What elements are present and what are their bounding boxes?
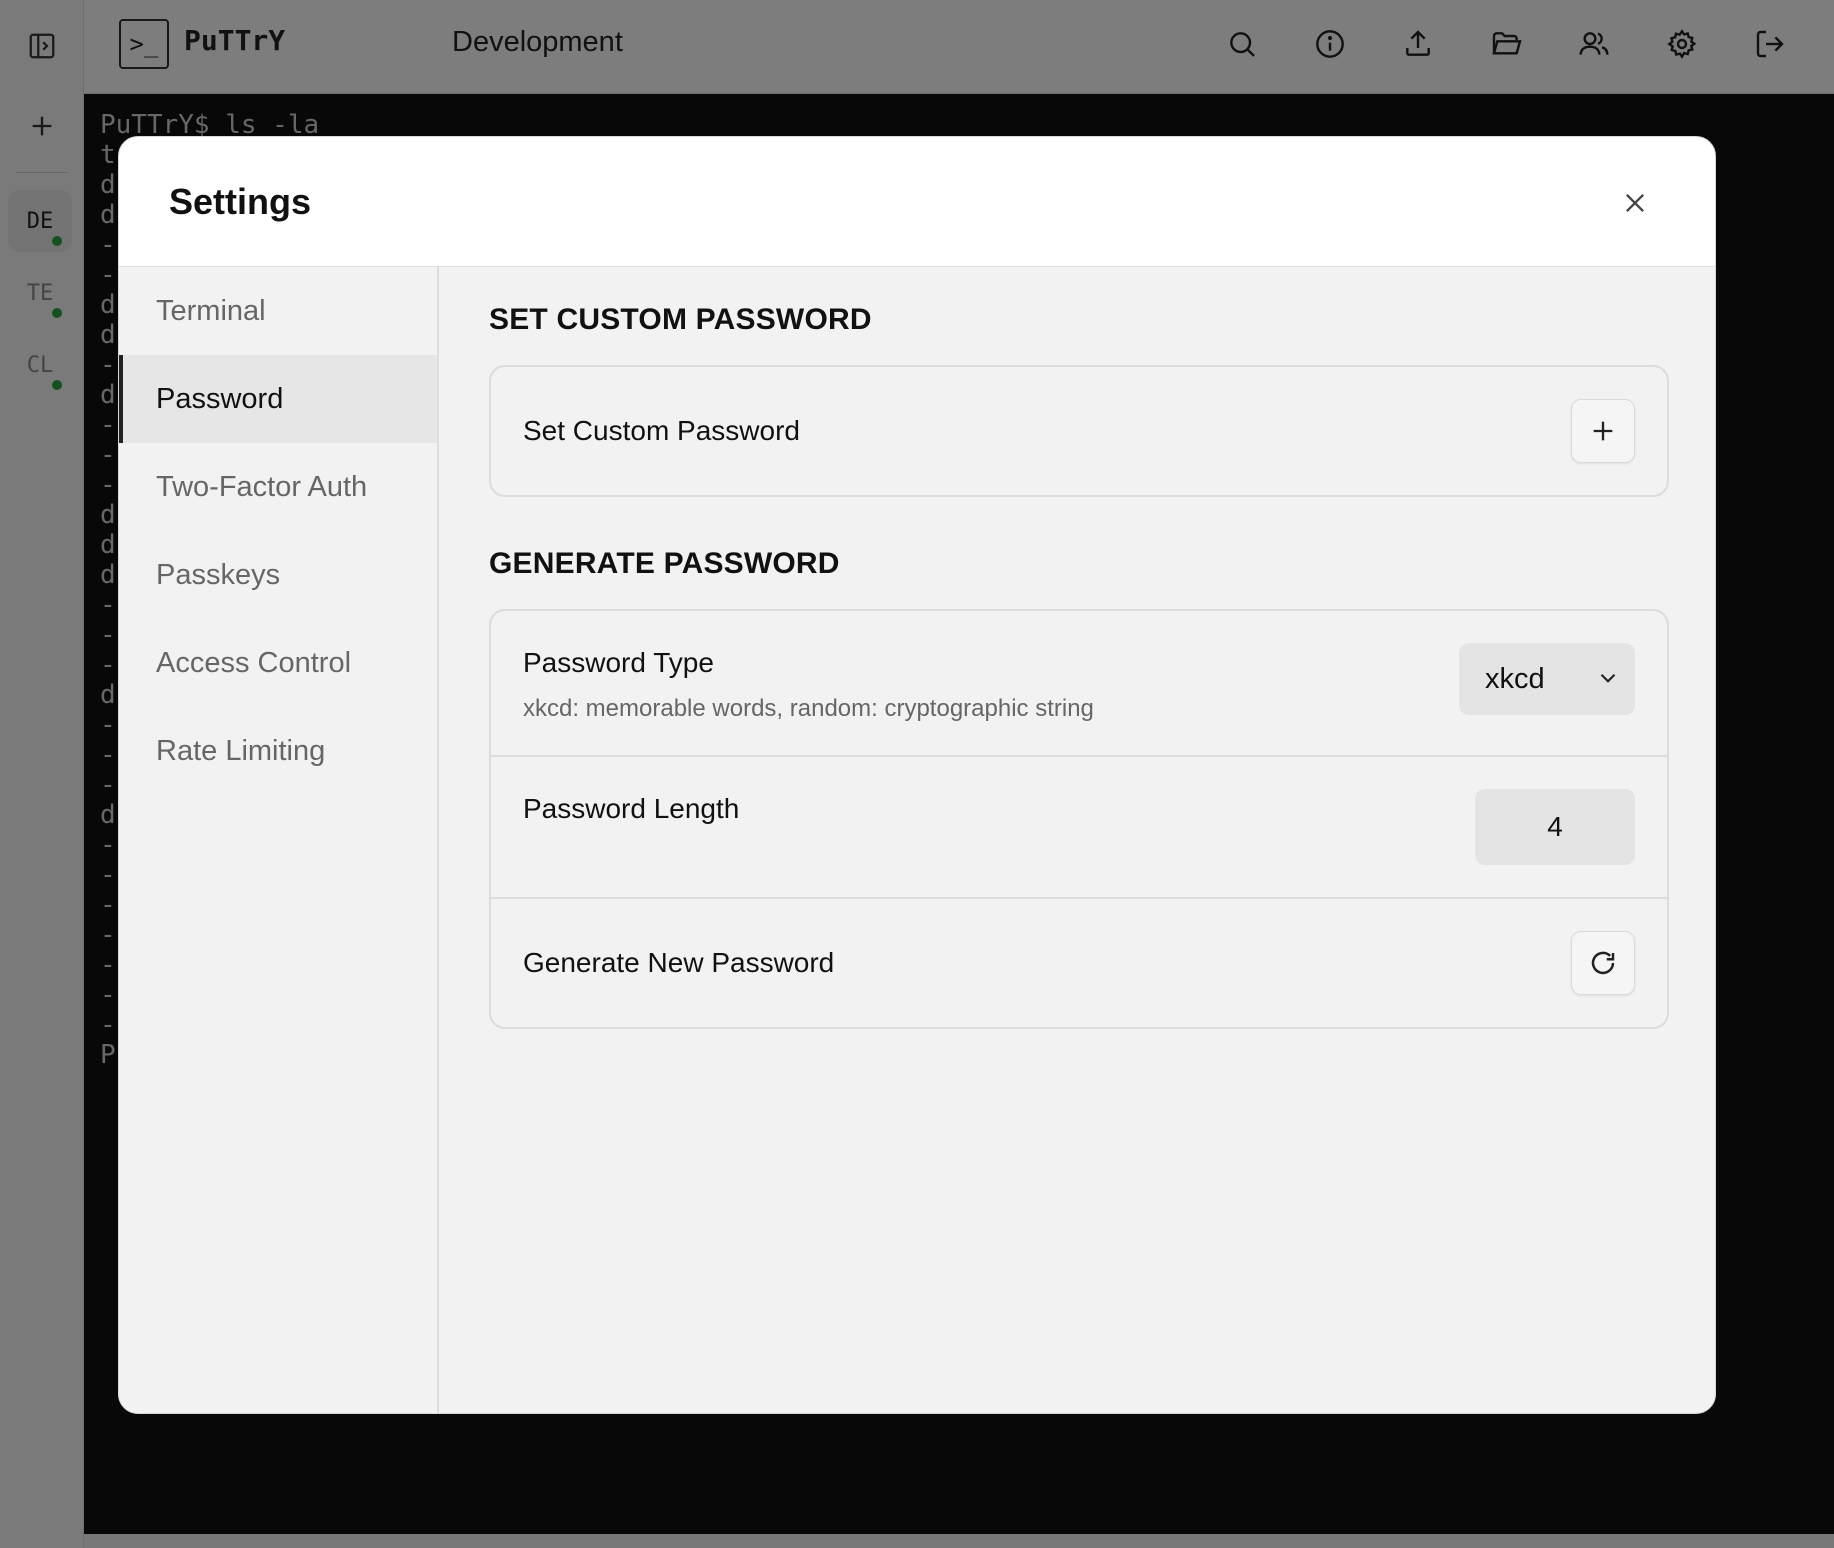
nav-label: Password <box>156 382 284 415</box>
password-type-select[interactable]: xkcd <box>1459 643 1635 715</box>
refresh-icon <box>1591 951 1615 975</box>
generate-password-button[interactable] <box>1571 931 1635 995</box>
row-divider <box>491 755 1667 757</box>
row-divider <box>491 897 1667 899</box>
password-type-value: xkcd <box>1485 662 1545 695</box>
add-custom-password-button[interactable] <box>1571 399 1635 463</box>
custom-password-card: Set Custom Password <box>489 365 1669 497</box>
nav-item-rate-limiting[interactable]: Rate Limiting <box>119 707 437 795</box>
password-length-input[interactable]: 4 <box>1475 789 1635 865</box>
set-custom-password-label: Set Custom Password <box>523 415 800 446</box>
nav-item-terminal[interactable]: Terminal <box>119 267 437 355</box>
settings-nav: Terminal Password Two-Factor Auth Passke… <box>119 267 439 1413</box>
close-button[interactable] <box>1617 185 1653 221</box>
dialog-header: Settings <box>119 137 1715 267</box>
section-heading-custom: SET CUSTOM PASSWORD <box>489 303 872 336</box>
password-type-description: xkcd: memorable words, random: cryptogra… <box>523 695 1094 722</box>
nav-label: Access Control <box>156 646 352 679</box>
close-icon <box>1626 194 1644 212</box>
nav-item-two-factor-auth[interactable]: Two-Factor Auth <box>119 443 437 531</box>
chevron-down-icon <box>1600 673 1616 683</box>
settings-dialog: Settings Terminal Password Two-Factor Au… <box>118 136 1716 1414</box>
nav-label: Rate Limiting <box>156 734 326 767</box>
plus-icon <box>1593 421 1613 441</box>
section-heading-generate: GENERATE PASSWORD <box>489 547 840 580</box>
nav-item-access-control[interactable]: Access Control <box>119 619 437 707</box>
nav-label: Passkeys <box>156 558 281 591</box>
password-type-label: Password Type <box>523 647 714 678</box>
nav-item-passkeys[interactable]: Passkeys <box>119 531 437 619</box>
dialog-title: Settings <box>169 181 312 222</box>
generate-password-card: Password Type xkcd: memorable words, ran… <box>489 609 1669 1029</box>
nav-item-password[interactable]: Password <box>119 355 437 443</box>
nav-label: Terminal <box>156 294 266 327</box>
password-length-label: Password Length <box>523 793 740 824</box>
generate-new-password-label: Generate New Password <box>523 947 835 978</box>
nav-label: Two-Factor Auth <box>156 470 368 503</box>
settings-content: SET CUSTOM PASSWORD Set Custom Password … <box>439 267 1715 1413</box>
